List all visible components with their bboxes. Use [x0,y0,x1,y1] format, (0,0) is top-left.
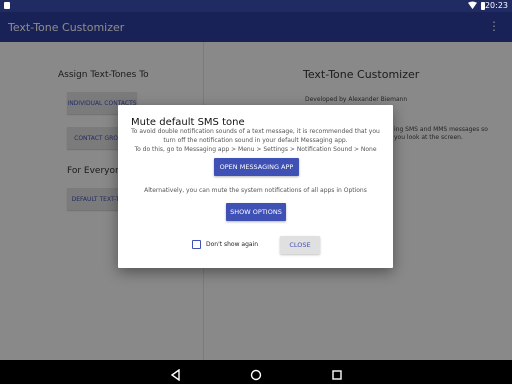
navigation-bar [0,360,512,384]
dialog-message-line-1: To avoid double notification sounds of a… [131,128,380,135]
dialog-message-line-2: turn off the notification sound in your … [163,137,348,144]
recents-icon[interactable] [331,366,343,380]
dialog-message-line-3: To do this, go to Messaging app > Menu >… [134,146,377,153]
notification-icon [4,2,10,9]
dont-show-again-checkbox[interactable] [192,240,201,249]
status-bar: 20:23 [0,0,512,12]
dont-show-again-label: Don't show again [206,241,259,248]
wifi-icon [468,1,477,12]
mute-sms-dialog: Mute default SMS tone To avoid double no… [118,105,393,268]
open-messaging-app-button[interactable]: OPEN MESSAGING APP [214,158,299,176]
home-icon[interactable] [250,366,262,381]
dont-show-again-option[interactable]: Don't show again [192,240,258,249]
status-time: 20:23 [484,1,508,10]
alternative-message: Alternatively, you can mute the system n… [144,187,367,194]
dialog-message: To avoid double notification sounds of a… [124,127,387,154]
back-icon[interactable] [170,366,182,382]
close-button[interactable]: CLOSE [280,236,320,254]
show-options-button[interactable]: SHOW OPTIONS [226,203,286,221]
